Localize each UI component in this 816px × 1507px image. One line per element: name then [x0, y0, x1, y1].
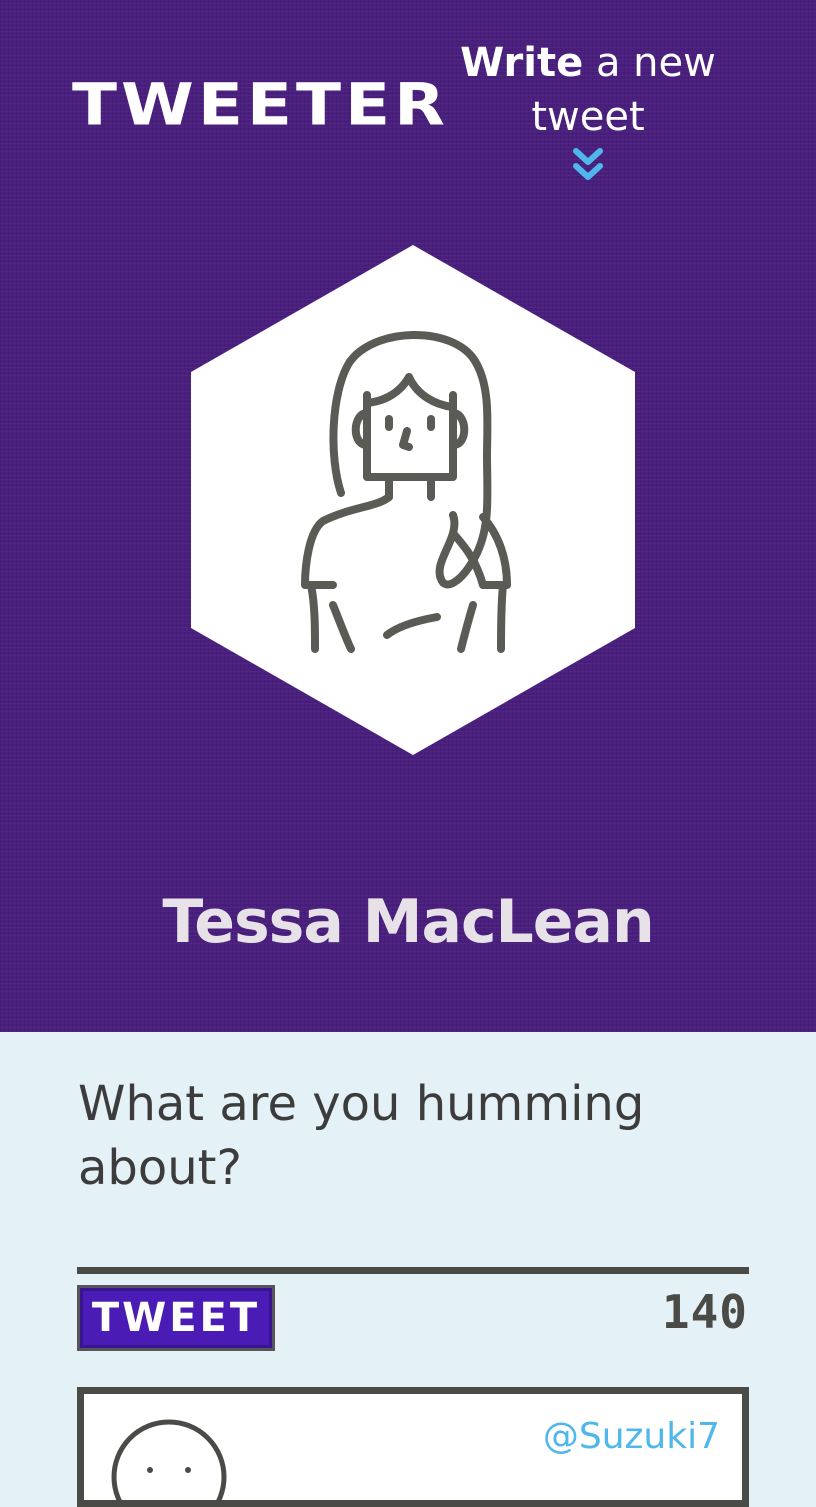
tweet-card: @Suzuki7: [77, 1387, 749, 1507]
write-link-rest-1: a new: [583, 40, 716, 86]
app-logo[interactable]: TWEETER: [72, 70, 445, 140]
write-new-tweet-link[interactable]: Write a new tweet: [448, 36, 728, 196]
tweet-handle[interactable]: @Suzuki7: [543, 1412, 720, 1462]
write-link-strong: Write: [460, 40, 584, 86]
tweet-compose-input[interactable]: [78, 1072, 738, 1268]
profile-name: Tessa MacLean: [162, 887, 654, 957]
compose-section: TWEET 140 @Suzuki7: [0, 1032, 816, 1507]
compose-divider: [77, 1267, 749, 1274]
write-link-rest-2: tweet: [531, 94, 645, 140]
profile-header: TWEETER Write a new tweet Tessa MacLean: [0, 0, 816, 1032]
profile-avatar: [191, 245, 635, 755]
double-chevron-down-icon: [573, 148, 603, 180]
user-avatar-icon: [111, 1419, 227, 1500]
user-avatar-icon: [301, 331, 511, 653]
tweet-button[interactable]: TWEET: [77, 1285, 275, 1351]
character-counter: 140: [661, 1285, 748, 1339]
